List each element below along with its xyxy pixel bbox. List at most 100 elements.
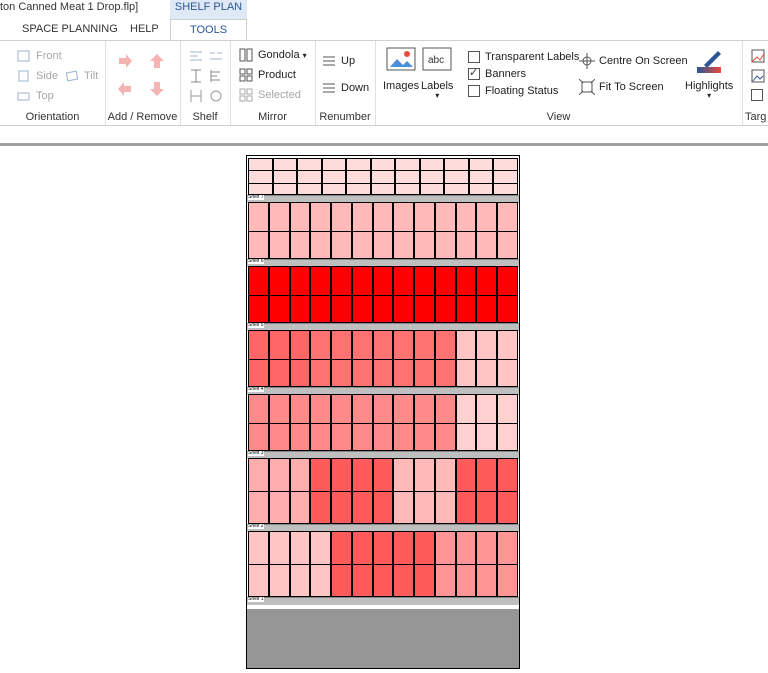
remove-down-arrow-icon[interactable] [149, 81, 165, 97]
product-facing[interactable] [351, 458, 373, 524]
product-facing[interactable] [331, 458, 352, 524]
shelf-frame-icon[interactable] [188, 88, 204, 104]
shelf-bar[interactable] [247, 597, 519, 605]
product-facing[interactable] [289, 458, 311, 524]
images-button[interactable]: Images [383, 47, 419, 92]
add-right-arrow-icon[interactable] [117, 53, 133, 69]
product-facing[interactable] [268, 202, 290, 259]
side-button[interactable]: Side [16, 68, 58, 84]
product-facing[interactable] [289, 394, 311, 451]
add-up-arrow-icon[interactable] [149, 53, 165, 69]
product-facing[interactable] [497, 394, 518, 451]
product-facing[interactable] [351, 202, 373, 259]
mirror-product-button[interactable]: Product [238, 67, 296, 83]
context-tab-shelf-plan[interactable]: SHELF PLAN [170, 0, 247, 19]
product-facing[interactable] [497, 531, 518, 597]
product-facing[interactable] [297, 158, 322, 195]
shelf-height-icon[interactable] [188, 68, 204, 84]
product-facing[interactable] [331, 330, 352, 387]
product-facing[interactable] [393, 531, 415, 597]
target-image-icon[interactable] [750, 68, 766, 84]
centre-on-screen-button[interactable]: Centre On Screen [579, 53, 688, 69]
product-facing[interactable] [393, 330, 415, 387]
product-facing[interactable] [351, 330, 373, 387]
labels-button[interactable]: abc Labels ▾ [421, 47, 453, 100]
product-facing[interactable] [372, 458, 394, 524]
product-facing[interactable] [370, 158, 396, 195]
shelf-list-icon[interactable] [208, 68, 224, 84]
shelf-rotate-icon[interactable] [208, 88, 224, 104]
shelf-spread-icon[interactable] [208, 48, 224, 64]
product-facing[interactable] [444, 158, 469, 195]
product-facing[interactable] [434, 458, 456, 524]
product-facing[interactable] [248, 531, 269, 597]
product-facing[interactable] [476, 394, 498, 451]
product-facing[interactable] [393, 202, 415, 259]
renumber-down-button[interactable]: Down [321, 80, 369, 96]
product-facing[interactable] [351, 394, 373, 451]
product-facing[interactable] [434, 394, 456, 451]
tab-tools[interactable]: TOOLS [170, 19, 247, 41]
front-button[interactable]: Front [16, 48, 62, 64]
product-facing[interactable] [497, 202, 518, 259]
transparent-labels-checkbox-box[interactable] [468, 51, 480, 63]
product-facing[interactable] [310, 458, 332, 524]
target-checkbox[interactable] [751, 89, 763, 101]
product-facing[interactable] [248, 458, 269, 524]
highlights-button[interactable]: Highlights ▾ [685, 47, 733, 100]
transparent-labels-checkbox[interactable]: Transparent Labels [468, 51, 579, 63]
product-facing[interactable] [268, 394, 290, 451]
product-facing[interactable] [289, 330, 311, 387]
product-facing[interactable] [248, 158, 273, 195]
product-facing[interactable] [372, 394, 394, 451]
product-facing[interactable] [455, 458, 477, 524]
banners-checkbox-box[interactable] [468, 66, 480, 80]
remove-left-arrow-icon[interactable] [117, 81, 133, 97]
product-facing[interactable] [455, 202, 477, 259]
product-facing[interactable] [372, 531, 394, 597]
product-facing[interactable] [414, 330, 435, 387]
product-facing[interactable] [346, 158, 371, 195]
product-facing[interactable] [497, 458, 518, 524]
product-facing[interactable] [372, 202, 394, 259]
product-facing[interactable] [395, 158, 420, 195]
product-facing[interactable] [289, 266, 311, 323]
product-facing[interactable] [476, 458, 498, 524]
product-facing[interactable] [248, 266, 269, 323]
top-button[interactable]: Top [16, 88, 54, 104]
product-facing[interactable] [393, 458, 415, 524]
product-facing[interactable] [414, 266, 435, 323]
product-facing[interactable] [268, 458, 290, 524]
floating-status-checkbox[interactable]: Floating Status [468, 85, 558, 97]
tab-help[interactable]: HELP [130, 19, 159, 39]
banners-checkbox[interactable]: Banners [468, 66, 526, 80]
product-facing[interactable] [455, 266, 477, 323]
product-facing[interactable] [321, 158, 347, 195]
product-facing[interactable] [476, 330, 498, 387]
product-facing[interactable] [468, 158, 494, 195]
product-facing[interactable] [414, 202, 435, 259]
product-facing[interactable] [414, 394, 435, 451]
product-facing[interactable] [310, 531, 332, 597]
product-facing[interactable] [248, 330, 269, 387]
product-facing[interactable] [497, 266, 518, 323]
product-facing[interactable] [331, 202, 352, 259]
product-facing[interactable] [248, 202, 269, 259]
gondola[interactable]: Shelf 7 Shelf 6 Shelf 5 Shelf 4 Shelf 3 Shelf… [246, 155, 520, 669]
product-facing[interactable] [289, 202, 311, 259]
renumber-up-button[interactable]: Up [321, 53, 355, 69]
fit-to-screen-button[interactable]: Fit To Screen [578, 78, 664, 96]
product-facing[interactable] [268, 330, 290, 387]
mirror-gondola-button[interactable]: Gondola ▾ [238, 47, 307, 63]
product-facing[interactable] [372, 266, 394, 323]
tab-space-planning[interactable]: SPACE PLANNING [22, 19, 118, 39]
product-facing[interactable] [289, 531, 311, 597]
target-icon[interactable] [750, 48, 766, 64]
product-facing[interactable] [497, 330, 518, 387]
product-facing[interactable] [434, 330, 456, 387]
shelf-align-icon[interactable] [188, 48, 204, 64]
product-facing[interactable] [272, 158, 298, 195]
product-facing[interactable] [351, 531, 373, 597]
product-facing[interactable] [393, 394, 415, 451]
product-facing[interactable] [268, 531, 290, 597]
